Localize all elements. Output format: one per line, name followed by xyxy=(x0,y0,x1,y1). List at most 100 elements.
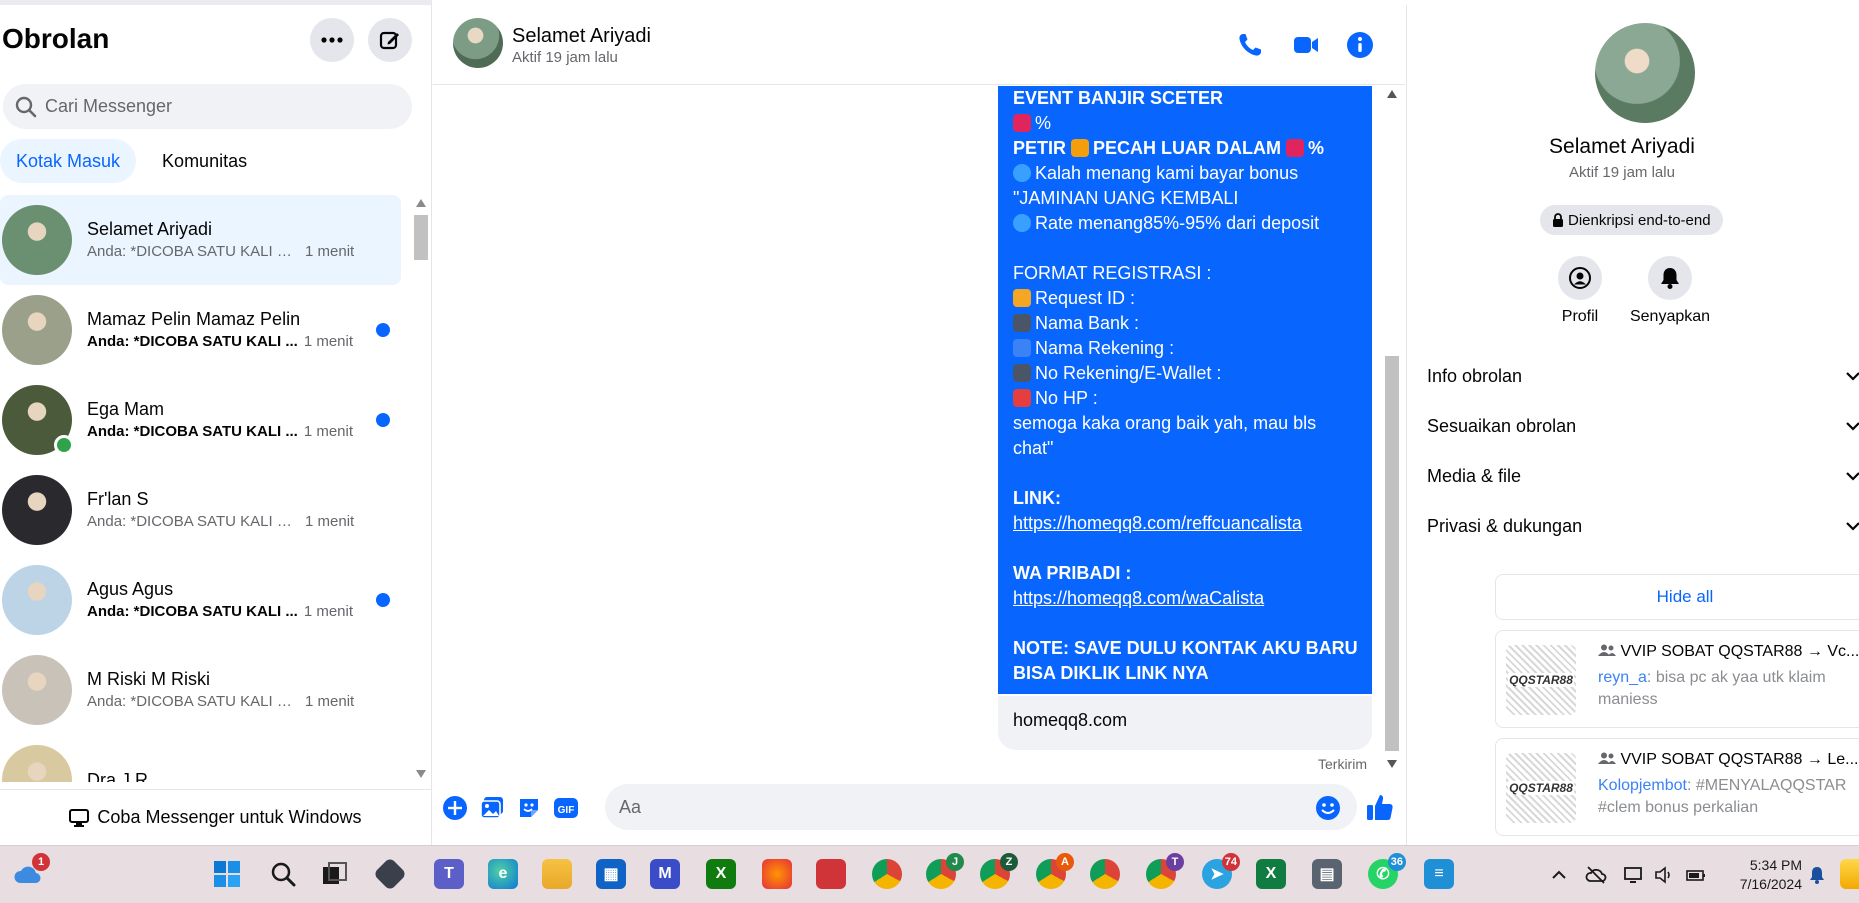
avatar xyxy=(2,655,72,725)
atm-emoji-icon xyxy=(1013,314,1031,332)
chevron-up-icon[interactable] xyxy=(1548,864,1570,886)
weather-badge: 1 xyxy=(32,853,50,871)
svg-text:GIF: GIF xyxy=(558,805,575,816)
teams-icon[interactable]: T xyxy=(434,859,464,889)
scroll-down-icon[interactable] xyxy=(1387,760,1397,768)
scrollbar-thumb[interactable] xyxy=(414,215,428,260)
sos-emoji-icon xyxy=(1013,389,1031,407)
try-messenger-windows-button[interactable]: Coba Messenger untuk Windows xyxy=(0,789,431,845)
chrome-icon[interactable] xyxy=(1090,859,1120,889)
conversation-name[interactable]: Selamet Ariyadi xyxy=(512,25,651,48)
task-view-icon[interactable] xyxy=(320,859,350,889)
chrome-icon[interactable]: A xyxy=(1036,853,1074,889)
volume-icon[interactable] xyxy=(1653,864,1675,886)
like-thumb-icon[interactable] xyxy=(1365,792,1395,822)
copilot-icon[interactable] xyxy=(1840,859,1859,889)
message-time: 1 menit xyxy=(305,513,355,530)
app-icon[interactable] xyxy=(373,857,407,891)
network-icon[interactable] xyxy=(1623,864,1645,886)
avatar xyxy=(2,295,72,365)
hide-all-button[interactable]: Hide all xyxy=(1495,574,1859,620)
last-message: Anda: *DICOBA SATU KALI ... xyxy=(87,423,298,440)
new-message-button[interactable] xyxy=(368,18,412,62)
app-icon[interactable] xyxy=(816,859,846,889)
start-icon[interactable] xyxy=(212,859,242,889)
store-icon[interactable]: ▦ xyxy=(596,859,626,889)
firefox-icon[interactable] xyxy=(762,859,792,889)
conversation-avatar[interactable] xyxy=(453,18,503,68)
search-bar[interactable] xyxy=(3,84,412,129)
chat-name: M Riski M Riski xyxy=(87,669,210,689)
chat-list-item[interactable]: Fr'lan S Anda: *DICOBA SATU KALI SA... 1 m… xyxy=(0,465,412,555)
profile-avatar[interactable] xyxy=(1595,23,1695,123)
chrome-icon[interactable]: Z xyxy=(980,853,1018,889)
mute-button[interactable]: Senyapkan xyxy=(1625,256,1715,326)
notification-card[interactable]: QQSTAR88 VVIP SOBAT QQSTAR88 → Vc... rey… xyxy=(1495,630,1859,728)
section-customize-chat[interactable]: Sesuaikan obrolan xyxy=(1427,401,1859,451)
section-chat-info[interactable]: Info obrolan xyxy=(1427,351,1859,401)
more-options-button[interactable] xyxy=(310,18,354,62)
message-bubble[interactable]: EVENT BANJIR SCETER% PETIR PECAH LUAR DAL… xyxy=(998,86,1372,694)
sticker-icon[interactable] xyxy=(516,795,542,821)
profile-button[interactable]: Profil xyxy=(1535,256,1625,326)
restroom-emoji-icon xyxy=(1013,339,1031,357)
cloud-off-icon[interactable] xyxy=(1585,864,1607,886)
file-explorer-icon[interactable] xyxy=(542,859,572,889)
chat-name: Ega Mam xyxy=(87,399,165,419)
chat-list-item[interactable]: Mamaz Pelin Mamaz Pelin Anda: *DICOBA SAT… xyxy=(0,285,412,375)
notification-stack: Hide all QQSTAR88 VVIP SOBAT QQSTAR88 → … xyxy=(1495,574,1859,836)
chat-list-item[interactable]: Selamet Ariyadi Anda: *DICOBA SATU KALI S… xyxy=(0,195,401,285)
message-line[interactable]: https://homeqq8.com/waCalista xyxy=(1013,586,1357,611)
notification-bell-icon[interactable] xyxy=(1806,864,1828,886)
chat-list-item[interactable]: Ega Mam Anda: *DICOBA SATU KALI ... 1 meni… xyxy=(0,375,412,465)
conversation-info-icon[interactable] xyxy=(1346,31,1374,59)
emoji-icon[interactable] xyxy=(1315,795,1341,821)
link-preview-card[interactable]: homeqq8.com xyxy=(998,696,1372,750)
whatsapp-icon[interactable]: ✆ 36 xyxy=(1368,853,1406,889)
chevron-down-icon xyxy=(1846,472,1859,481)
video-call-icon[interactable] xyxy=(1292,31,1320,59)
chat-list-item[interactable]: Dra J R xyxy=(0,735,412,782)
calculator-icon[interactable]: ▤ xyxy=(1312,859,1342,889)
weather-widget-icon[interactable]: 1 xyxy=(12,853,50,889)
battery-icon[interactable] xyxy=(1685,864,1707,886)
chat-list-scrollbar[interactable] xyxy=(412,195,428,782)
chat-list-item[interactable]: Agus Agus Anda: *DICOBA SATU KALI ... 1 me… xyxy=(0,555,412,645)
more-actions-icon[interactable] xyxy=(442,795,468,821)
search-input[interactable] xyxy=(45,96,385,117)
notepad-icon[interactable]: ≡ xyxy=(1424,859,1454,889)
app-icon[interactable]: M xyxy=(650,859,680,889)
message-input[interactable] xyxy=(605,784,1357,830)
encryption-label: Dienkripsi end-to-end xyxy=(1568,211,1711,229)
tab-kotak-masuk[interactable]: Kotak Masuk xyxy=(0,139,137,183)
chevron-down-icon xyxy=(1846,372,1859,381)
attach-photo-icon[interactable] xyxy=(479,795,505,821)
section-media-files[interactable]: Media & file xyxy=(1427,451,1859,501)
section-privacy-support[interactable]: Privasi & dukungan xyxy=(1427,501,1859,551)
telegram-icon[interactable]: ➤ 74 xyxy=(1202,853,1240,889)
chrome-icon[interactable]: T xyxy=(1146,853,1184,889)
scroll-up-icon[interactable] xyxy=(1387,90,1397,98)
message-line[interactable]: https://homeqq8.com/reffcuancalista xyxy=(1013,511,1357,536)
excel-icon[interactable]: X xyxy=(1256,859,1286,889)
chat-list-item[interactable]: M Riski M Riski Anda: *DICOBA SATU KALI S… xyxy=(0,645,412,735)
search-icon[interactable] xyxy=(268,859,298,889)
message-line: No HP : xyxy=(1013,386,1357,411)
encryption-badge[interactable]: Dienkripsi end-to-end xyxy=(1540,205,1723,235)
gif-icon[interactable]: GIF xyxy=(553,795,579,821)
thread-scrollbar[interactable] xyxy=(1383,86,1399,772)
chrome-icon[interactable] xyxy=(872,859,902,889)
scroll-up-icon[interactable] xyxy=(416,199,426,207)
scrollbar-thumb[interactable] xyxy=(1385,356,1399,751)
lock-icon xyxy=(1553,213,1563,227)
inbox-tabs: Kotak Masuk Komunitas xyxy=(0,139,263,183)
edge-icon[interactable]: e xyxy=(488,859,518,889)
chat-preview: Anda: *DICOBA SATU KALI ... 1 menit xyxy=(87,421,367,443)
xbox-icon[interactable]: X xyxy=(706,859,736,889)
tab-komunitas[interactable]: Komunitas xyxy=(146,139,263,183)
notification-card[interactable]: QQSTAR88 VVIP SOBAT QQSTAR88 → Le... Kol… xyxy=(1495,738,1859,836)
chrome-icon[interactable]: J xyxy=(926,853,964,889)
scroll-down-icon[interactable] xyxy=(416,770,426,778)
system-clock[interactable]: 5:34 PM 7/16/2024 xyxy=(1722,856,1802,894)
phone-call-icon[interactable] xyxy=(1236,31,1264,59)
